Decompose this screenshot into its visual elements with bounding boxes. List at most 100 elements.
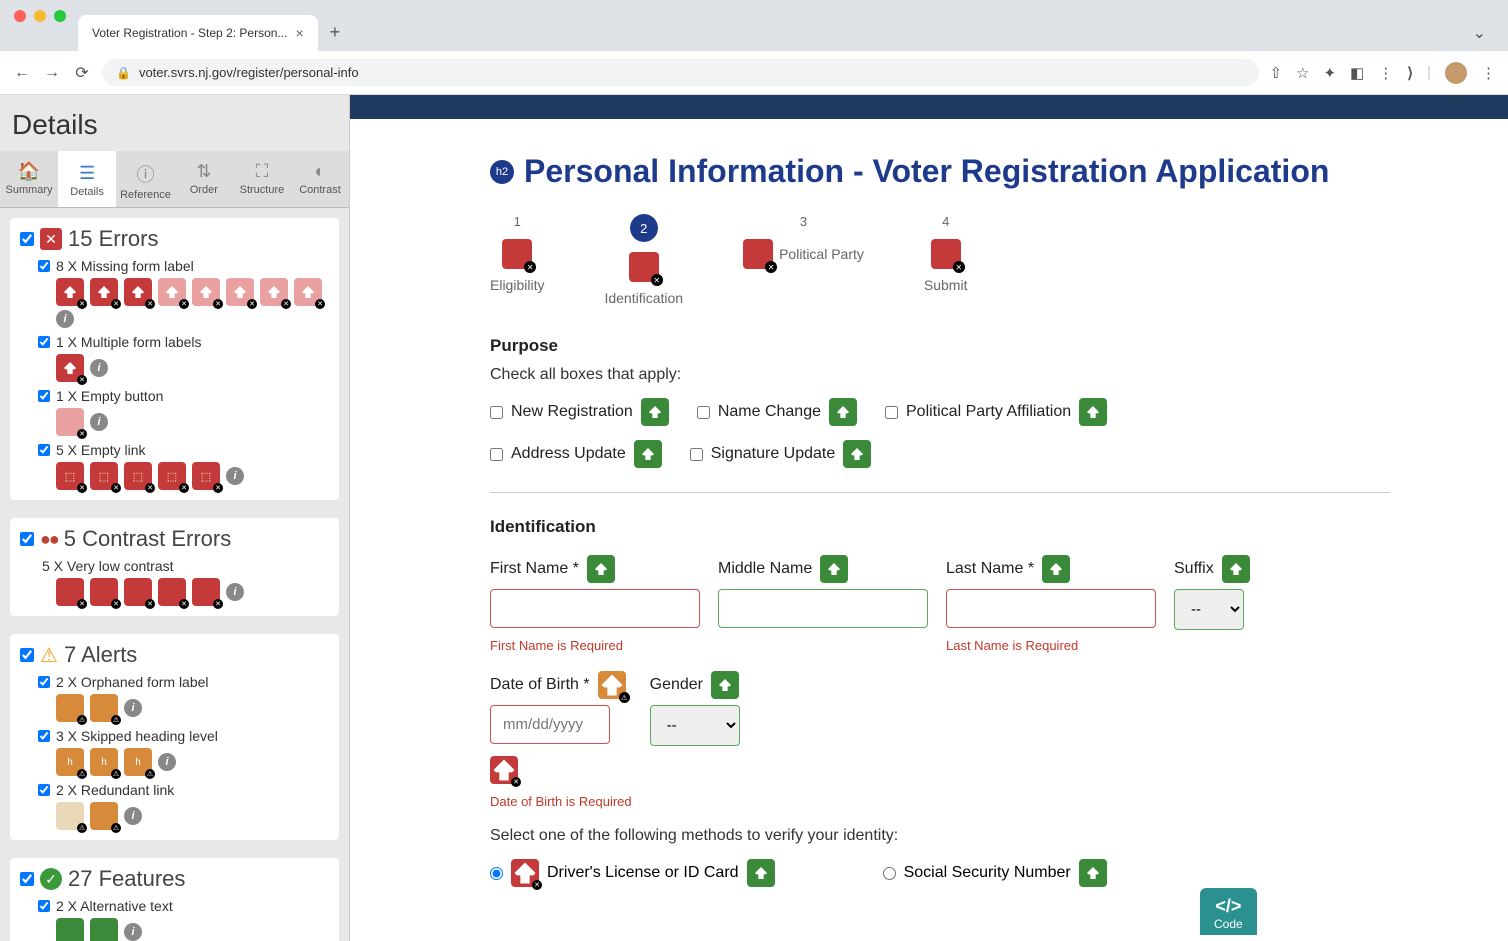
tab-reference[interactable]: ⓘReference bbox=[116, 151, 175, 207]
menu-icon[interactable]: ⋮ bbox=[1378, 64, 1393, 82]
step-political-party[interactable]: 3 Political Party Party bbox=[743, 214, 864, 293]
error-marker-icon[interactable]: ✕ bbox=[56, 354, 84, 382]
sub-toggle[interactable] bbox=[38, 260, 50, 272]
suffix-select[interactable]: -- bbox=[1174, 589, 1244, 630]
alert-marker-icon[interactable]: ⚠ bbox=[56, 694, 84, 722]
sub-toggle[interactable] bbox=[38, 444, 50, 456]
error-marker-icon[interactable]: ✕ bbox=[192, 278, 220, 306]
error-marker-icon[interactable]: ✕ bbox=[158, 278, 186, 306]
info-icon[interactable]: i bbox=[56, 310, 74, 328]
alert-marker-icon[interactable]: h⚠ bbox=[90, 748, 118, 776]
info-icon[interactable]: i bbox=[226, 467, 244, 485]
features-toggle[interactable] bbox=[20, 872, 34, 886]
browser-tab[interactable]: Voter Registration - Step 2: Person... × bbox=[78, 15, 318, 51]
back-button[interactable]: ← bbox=[12, 64, 32, 82]
code-fab[interactable]: </> Code bbox=[1200, 888, 1257, 935]
sub-toggle[interactable] bbox=[38, 390, 50, 402]
radio-ssn[interactable]: Social Security Number bbox=[883, 859, 1107, 887]
feature-marker-icon[interactable] bbox=[90, 918, 118, 941]
step-eligibility[interactable]: 1 Eligibility bbox=[490, 214, 544, 293]
middle-name-input[interactable] bbox=[718, 589, 928, 628]
checkbox-party-affiliation[interactable]: Political Party Affiliation bbox=[885, 398, 1107, 426]
sub-toggle[interactable] bbox=[38, 336, 50, 348]
error-marker-icon[interactable]: ⬚✕ bbox=[124, 462, 152, 490]
maximize-window-icon[interactable] bbox=[54, 10, 66, 22]
info-icon: ⓘ bbox=[120, 161, 171, 187]
contrast-marker-icon[interactable]: ✕ bbox=[158, 578, 186, 606]
checkbox-signature-update[interactable]: Signature Update bbox=[690, 440, 872, 468]
contrast-marker-icon[interactable]: ✕ bbox=[56, 578, 84, 606]
info-icon[interactable]: i bbox=[124, 807, 142, 825]
step-submit[interactable]: 4 Submit bbox=[924, 214, 968, 293]
error-marker-icon[interactable]: ✕ bbox=[260, 278, 288, 306]
sub-toggle[interactable] bbox=[38, 676, 50, 688]
error-tag-icon bbox=[490, 756, 518, 784]
error-marker-icon[interactable]: ✕ bbox=[124, 278, 152, 306]
error-marker-icon[interactable]: ✕ bbox=[56, 278, 84, 306]
bracket-icon[interactable]: ⟩ bbox=[1407, 64, 1413, 82]
bookmark-icon[interactable]: ☆ bbox=[1296, 64, 1309, 82]
alert-marker-icon[interactable]: ⚠ bbox=[90, 694, 118, 722]
sub-toggle[interactable] bbox=[38, 900, 50, 912]
tab-details[interactable]: ☰Details bbox=[58, 151, 116, 207]
gender-select[interactable]: -- bbox=[650, 705, 740, 746]
new-tab-button[interactable]: + bbox=[318, 14, 353, 51]
alert-marker-icon[interactable]: h⚠ bbox=[124, 748, 152, 776]
reload-button[interactable]: ⟳ bbox=[72, 63, 92, 83]
info-icon[interactable]: i bbox=[226, 583, 244, 601]
checkbox-name-change[interactable]: Name Change bbox=[697, 398, 857, 426]
alert-marker-icon[interactable]: h⚠ bbox=[56, 748, 84, 776]
error-marker-icon[interactable]: ⬚✕ bbox=[90, 462, 118, 490]
dob-input[interactable] bbox=[490, 705, 610, 744]
error-marker-icon[interactable]: ✕ bbox=[226, 278, 254, 306]
structure-icon: ⛶ bbox=[237, 161, 287, 182]
error-marker-icon[interactable]: ⬚✕ bbox=[158, 462, 186, 490]
info-icon[interactable]: i bbox=[158, 753, 176, 771]
profile-avatar[interactable] bbox=[1445, 62, 1467, 84]
share-icon[interactable]: ⇧ bbox=[1269, 64, 1282, 82]
error-marker-icon[interactable]: ✕ bbox=[90, 278, 118, 306]
tab-dropdown-icon[interactable]: ⌄ bbox=[1459, 15, 1500, 51]
alert-marker-icon[interactable]: ⚠ bbox=[56, 802, 84, 830]
step-identification[interactable]: 2 Identification bbox=[604, 214, 683, 306]
address-bar[interactable]: 🔒 voter.svrs.nj.gov/register/personal-in… bbox=[102, 59, 1259, 86]
extensions-icon[interactable]: ✦ bbox=[1323, 64, 1336, 82]
alert-marker-icon[interactable]: ⚠ bbox=[90, 802, 118, 830]
tab-structure[interactable]: ⛶Structure bbox=[233, 151, 291, 207]
close-window-icon[interactable] bbox=[14, 10, 26, 22]
info-icon[interactable]: i bbox=[124, 923, 142, 941]
info-icon[interactable]: i bbox=[124, 699, 142, 717]
errors-toggle[interactable] bbox=[20, 232, 34, 246]
feature-marker-icon[interactable] bbox=[56, 918, 84, 941]
contrast-marker-icon[interactable]: ✕ bbox=[192, 578, 220, 606]
step-error-icon bbox=[629, 252, 659, 282]
tab-order[interactable]: ⇅Order bbox=[175, 151, 233, 207]
tab-contrast[interactable]: ◐Contrast bbox=[291, 151, 349, 207]
info-icon[interactable]: i bbox=[90, 359, 108, 377]
sub-toggle[interactable] bbox=[38, 784, 50, 796]
tab-summary[interactable]: 🏠Summary bbox=[0, 151, 58, 207]
error-marker-icon[interactable]: ✕ bbox=[294, 278, 322, 306]
info-icon[interactable]: i bbox=[90, 413, 108, 431]
contrast-marker-icon[interactable]: ✕ bbox=[124, 578, 152, 606]
error-marker-icon[interactable]: ✕ bbox=[56, 408, 84, 436]
panel-icon[interactable]: ◧ bbox=[1350, 64, 1364, 82]
forward-button[interactable]: → bbox=[42, 64, 62, 82]
last-name-input[interactable] bbox=[946, 589, 1156, 628]
sub-toggle[interactable] bbox=[38, 730, 50, 742]
checkbox-new-registration[interactable]: New Registration bbox=[490, 398, 669, 426]
tool-tabs: 🏠Summary ☰Details ⓘReference ⇅Order ⛶Str… bbox=[0, 151, 349, 208]
checkbox-address-update[interactable]: Address Update bbox=[490, 440, 662, 468]
error-marker-icon[interactable]: ⬚✕ bbox=[56, 462, 84, 490]
close-tab-icon[interactable]: × bbox=[295, 25, 303, 41]
more-icon[interactable]: ⋮ bbox=[1481, 64, 1496, 82]
alerts-toggle[interactable] bbox=[20, 648, 34, 662]
error-marker-icon[interactable]: ⬚✕ bbox=[192, 462, 220, 490]
radio-drivers-license[interactable]: Driver's License or ID Card bbox=[490, 859, 775, 887]
label-tag-icon bbox=[1079, 398, 1107, 426]
label-tag-icon bbox=[641, 398, 669, 426]
contrast-toggle[interactable] bbox=[20, 532, 34, 546]
contrast-marker-icon[interactable]: ✕ bbox=[90, 578, 118, 606]
minimize-window-icon[interactable] bbox=[34, 10, 46, 22]
first-name-input[interactable] bbox=[490, 589, 700, 628]
